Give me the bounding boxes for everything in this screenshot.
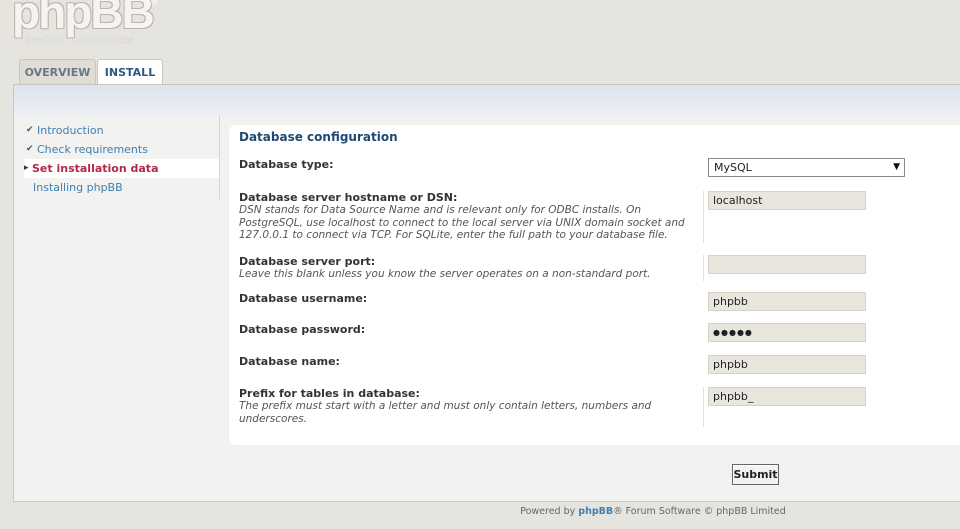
menu-item-label: Introduction — [37, 124, 104, 137]
install-panel: ✔ Introduction ✔ Check requirements ▸ Se… — [13, 84, 960, 502]
field-db-password: Database password: ●●●●● — [239, 323, 960, 343]
phpbb-logo: phpBB ® creating communities — [10, 0, 170, 48]
submit-button[interactable]: Submit — [732, 464, 779, 485]
menu-item-label: Check requirements — [37, 143, 148, 156]
db-prefix-description: The prefix must start with a letter and … — [239, 400, 652, 425]
menu-item-label: Installing phpBB — [33, 181, 123, 194]
menu-item-introduction[interactable]: ✔ Introduction — [24, 121, 220, 140]
db-prefix-input[interactable]: phpbb_ — [708, 387, 866, 406]
db-port-description: Leave this blank unless you know the ser… — [239, 268, 651, 280]
form-legend: Database configuration — [239, 130, 398, 144]
logo-registered-mark: ® — [150, 0, 159, 8]
db-host-input[interactable]: localhost — [708, 191, 866, 210]
checkmark-icon: ✔ — [26, 125, 34, 135]
db-type-select[interactable]: MySQL ▼ — [708, 158, 905, 177]
field-db-username: Database username: phpbb — [239, 292, 960, 312]
menu-item-check-requirements[interactable]: ✔ Check requirements — [24, 140, 220, 159]
column-separator — [703, 191, 704, 243]
db-host-description: DSN stands for Data Source Name and is r… — [239, 204, 685, 241]
database-config-form: Database configuration Database type: My… — [229, 125, 960, 445]
checkmark-icon: ✔ — [26, 144, 34, 154]
logo-tagline-word: creating — [25, 36, 65, 46]
db-port-input[interactable] — [708, 255, 866, 274]
footer-suffix: ® Forum Software © phpBB Limited — [613, 506, 786, 517]
field-db-port: Database server port: Leave this blank u… — [239, 255, 960, 281]
tab-install[interactable]: INSTALL — [97, 59, 163, 86]
field-db-name: Database name: phpbb — [239, 355, 960, 375]
column-separator — [703, 387, 704, 427]
menu-item-label: Set installation data — [32, 162, 159, 175]
field-db-host: Database server hostname or DSN: DSN sta… — [239, 191, 960, 243]
logo-tagline: creating communities — [25, 36, 134, 46]
footer-prefix: Powered by — [520, 506, 579, 517]
dropdown-arrow-icon: ▼ — [893, 162, 900, 172]
install-steps-menu: ✔ Introduction ✔ Check requirements ▸ Se… — [24, 121, 220, 197]
column-separator — [703, 255, 704, 281]
page-footer: Powered by phpBB® Forum Software © phpBB… — [0, 506, 960, 517]
logo-wordmark: phpBB — [12, 0, 155, 38]
footer-phpbb-link[interactable]: phpBB — [578, 506, 613, 517]
db-password-input[interactable]: ●●●●● — [708, 323, 866, 342]
menu-divider — [219, 115, 220, 199]
field-db-prefix: Prefix for tables in database: The prefi… — [239, 387, 960, 427]
db-username-input[interactable]: phpbb — [708, 292, 866, 311]
tab-overview[interactable]: OVERVIEW — [19, 59, 96, 85]
current-step-arrow-icon: ▸ — [24, 163, 29, 173]
logo-tagline-word: communities — [72, 36, 134, 46]
field-db-type: Database type: MySQL ▼ — [239, 158, 960, 178]
db-name-input[interactable]: phpbb — [708, 355, 866, 374]
menu-item-set-installation-data[interactable]: ▸ Set installation data — [24, 159, 220, 178]
menu-item-installing-phpbb[interactable]: Installing phpBB — [24, 178, 220, 197]
db-type-value: MySQL — [714, 161, 752, 174]
